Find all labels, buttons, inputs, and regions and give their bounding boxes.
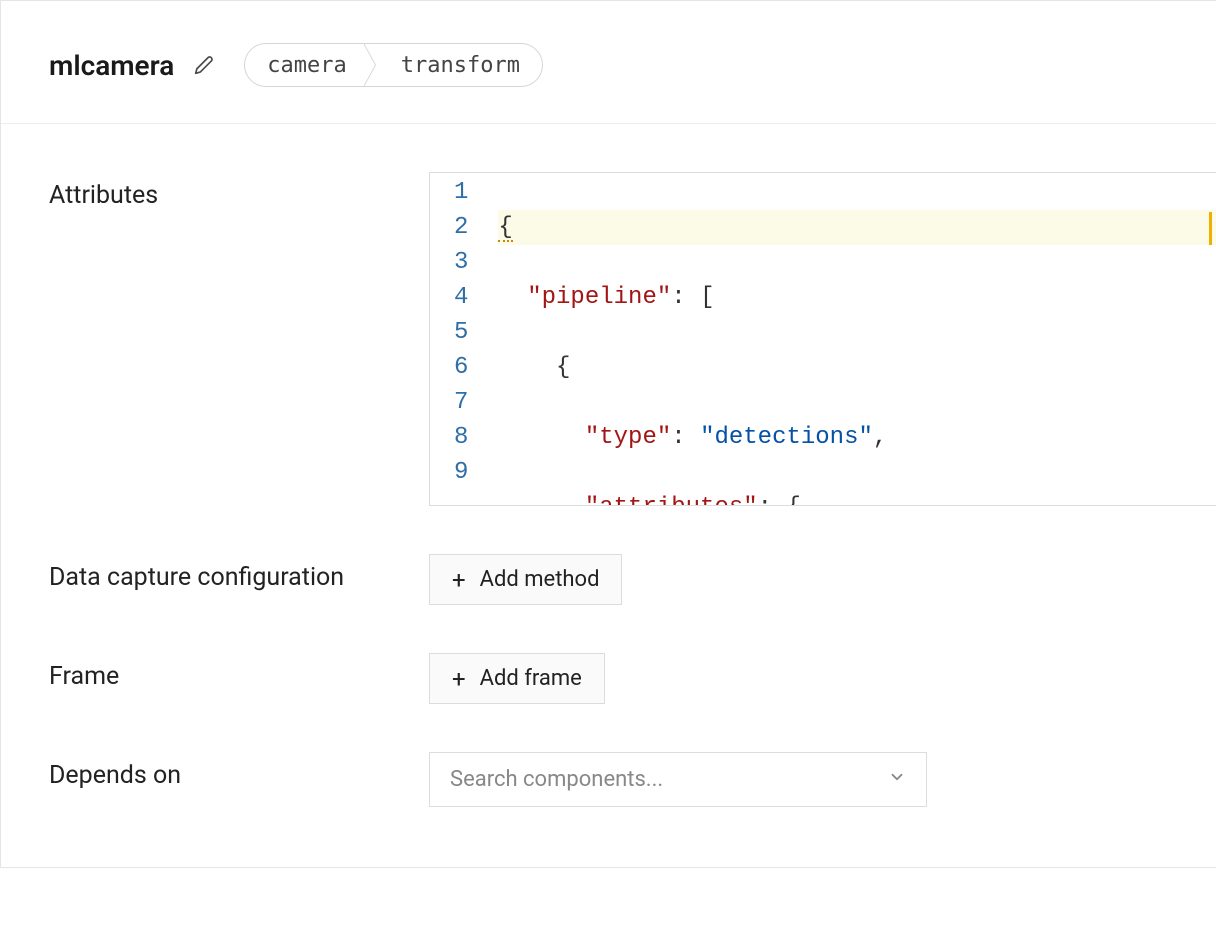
data-capture-label: Data capture configuration [49, 560, 429, 595]
panel-header: mlcamera camera transform [1, 1, 1216, 124]
add-method-label: Add method [480, 567, 600, 592]
chevron-down-icon [888, 767, 906, 792]
line-number: 3 [454, 245, 468, 280]
panel-body: Attributes 1 2 3 4 5 6 7 8 9 { "pi [1, 124, 1216, 867]
line-number: 6 [454, 350, 468, 385]
edit-name-icon[interactable] [192, 53, 216, 77]
breadcrumb-item: camera [245, 45, 362, 86]
depends-on-select[interactable]: Search components... [429, 752, 927, 807]
colon: : [671, 424, 685, 451]
comma: , [873, 424, 887, 451]
json-string: "detections" [700, 424, 873, 451]
component-name-title: mlcamera [49, 49, 174, 82]
component-config-panel: mlcamera camera transform Attributes 1 2 [0, 0, 1216, 868]
breadcrumb-item: transform [377, 45, 542, 86]
attributes-label: Attributes [49, 178, 429, 213]
editor-code[interactable]: { "pipeline": [ { "type": "detections", … [484, 173, 1216, 505]
json-key: "pipeline" [527, 284, 671, 311]
editor-cursor [1209, 212, 1212, 245]
colon: : [671, 284, 685, 311]
bracket: [ [700, 284, 714, 311]
line-number: 8 [454, 420, 468, 455]
colon: : [758, 494, 772, 505]
brace: { [786, 494, 800, 505]
attributes-json-editor[interactable]: 1 2 3 4 5 6 7 8 9 { "pipeline": [ { "typ… [429, 172, 1216, 506]
line-number: 9 [454, 455, 468, 490]
brace: { [498, 216, 512, 242]
json-key: "type" [585, 424, 671, 451]
json-key: "attributes" [585, 494, 758, 505]
line-number: 1 [454, 175, 468, 210]
editor-gutter: 1 2 3 4 5 6 7 8 9 [430, 173, 484, 505]
attributes-row: Attributes 1 2 3 4 5 6 7 8 9 { "pi [49, 172, 1216, 506]
type-breadcrumb: camera transform [244, 43, 543, 87]
depends-on-placeholder: Search components... [450, 767, 663, 792]
plus-icon: + [452, 667, 466, 691]
add-method-button[interactable]: + Add method [429, 554, 622, 605]
frame-row: Frame + Add frame [49, 653, 1216, 704]
line-number: 2 [454, 210, 468, 245]
breadcrumb-separator-icon [363, 43, 377, 87]
add-frame-label: Add frame [480, 666, 582, 691]
brace: { [556, 354, 570, 381]
plus-icon: + [452, 568, 466, 592]
add-frame-button[interactable]: + Add frame [429, 653, 605, 704]
frame-label: Frame [49, 659, 429, 694]
line-number: 7 [454, 385, 468, 420]
depends-on-label: Depends on [49, 758, 429, 793]
data-capture-row: Data capture configuration + Add method [49, 554, 1216, 605]
line-number: 5 [454, 315, 468, 350]
depends-on-row: Depends on Search components... [49, 752, 1216, 807]
line-number: 4 [454, 280, 468, 315]
